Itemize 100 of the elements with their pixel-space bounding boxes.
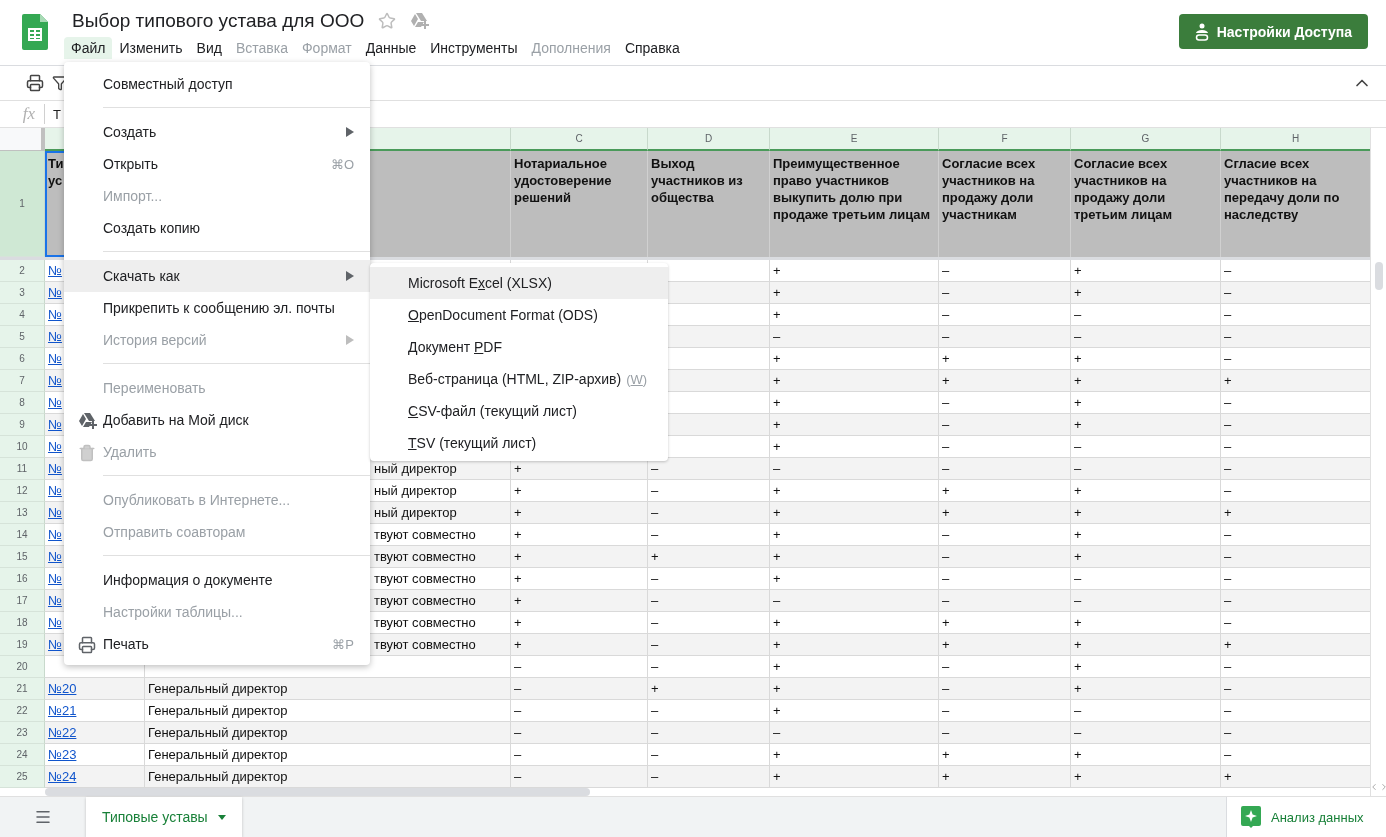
menu-item[interactable]: Печать ⌘P [64, 628, 370, 660]
menu-item[interactable]: Создать [64, 116, 370, 148]
template-link[interactable]: №21 [48, 702, 77, 718]
cell-text: ный директор [374, 482, 457, 498]
cell-text: – [942, 592, 950, 608]
cell-text: + [651, 548, 659, 564]
cell-text: – [651, 768, 659, 784]
menu-item[interactable]: TSV (текущий лист) [370, 427, 668, 459]
template-link[interactable]: № [48, 284, 62, 300]
column-header[interactable]: D [648, 128, 770, 151]
row-number[interactable]: 9 [0, 413, 45, 436]
template-link[interactable]: № [48, 570, 62, 586]
template-link[interactable]: № [48, 328, 62, 344]
formula-field[interactable]: Т [53, 106, 61, 122]
row-number[interactable]: 8 [0, 391, 45, 414]
print-icon[interactable] [26, 74, 44, 92]
row-number[interactable]: 2 [0, 259, 45, 282]
row-number[interactable]: 1 [0, 151, 45, 257]
template-link[interactable]: №20 [48, 680, 77, 696]
column-header[interactable]: C [511, 128, 648, 151]
template-link[interactable]: № [48, 350, 62, 366]
row-number[interactable]: 25 [0, 765, 45, 788]
row-number[interactable]: 13 [0, 501, 45, 524]
template-link[interactable]: № [48, 614, 62, 630]
menu-item[interactable]: CSV-файл (текущий лист) [370, 395, 668, 427]
menu-item[interactable]: Справка [617, 37, 687, 59]
menu-item[interactable]: OpenDocument Format (ODS) [370, 299, 668, 331]
menu-item[interactable]: Веб-страница (HTML, ZIP-архив) (W) [370, 363, 668, 395]
template-link[interactable]: № [48, 306, 62, 322]
row-number[interactable]: 18 [0, 611, 45, 634]
template-link[interactable]: №23 [48, 746, 77, 762]
menu-item[interactable]: Данные [358, 37, 424, 59]
cell-text: – [1224, 680, 1232, 696]
row-number[interactable]: 17 [0, 589, 45, 612]
menu-item[interactable]: Изменить [112, 37, 190, 59]
cell-text: + [1074, 416, 1082, 432]
row-number[interactable]: 21 [0, 677, 45, 700]
cell-text: – [1074, 328, 1082, 344]
row-number[interactable]: 10 [0, 435, 45, 458]
formula-label: fx [14, 104, 45, 124]
row-number[interactable]: 4 [0, 303, 45, 326]
column-header[interactable]: E [770, 128, 939, 151]
template-link[interactable]: №24 [48, 768, 77, 784]
row-number[interactable]: 22 [0, 699, 45, 722]
template-link[interactable]: № [48, 416, 62, 432]
menu-item[interactable]: Документ PDF [370, 331, 668, 363]
menu-item[interactable]: Информация о документе [64, 564, 370, 596]
menu-item[interactable]: Совместный доступ [64, 68, 370, 100]
template-link[interactable]: № [48, 482, 62, 498]
template-link[interactable]: № [48, 636, 62, 652]
row-number[interactable]: 12 [0, 479, 45, 502]
cell-text: + [1074, 768, 1082, 784]
template-link[interactable]: № [48, 460, 62, 476]
explore-button[interactable]: Анализ данных [1226, 797, 1386, 837]
cell-text: – [942, 394, 950, 410]
menu-item[interactable]: Инструменты [423, 37, 525, 59]
cell-text: – [651, 482, 659, 498]
cell-text: + [773, 350, 781, 366]
print-icon [78, 636, 96, 654]
menu-item[interactable]: Вид [189, 37, 229, 59]
cell-text: + [773, 548, 781, 564]
column-header[interactable]: H [1221, 128, 1370, 151]
column-header[interactable]: G [1071, 128, 1221, 151]
menu-item[interactable]: Добавить на Мой диск [64, 404, 370, 436]
row-number[interactable]: 15 [0, 545, 45, 568]
star-icon[interactable] [378, 12, 397, 30]
menu-item[interactable]: Скачать как [64, 260, 370, 292]
column-header[interactable]: F [939, 128, 1071, 151]
template-link[interactable]: № [48, 548, 62, 564]
row-number[interactable]: 5 [0, 325, 45, 348]
sheet-tab[interactable]: Типовые уставы [86, 797, 242, 837]
template-link[interactable]: № [48, 262, 62, 278]
row-number[interactable]: 16 [0, 567, 45, 590]
menu-item[interactable]: Microsoft Excel (XLSX) [370, 267, 668, 299]
cell-text: + [773, 768, 781, 784]
menu-item[interactable]: Прикрепить к сообщению эл. почты [64, 292, 370, 324]
menu-item[interactable]: Файл [64, 37, 113, 59]
template-link[interactable]: № [48, 504, 62, 520]
template-link[interactable]: № [48, 394, 62, 410]
row-number[interactable]: 24 [0, 743, 45, 766]
row-number[interactable]: 11 [0, 457, 45, 480]
template-link[interactable]: №22 [48, 724, 77, 740]
template-link[interactable]: № [48, 526, 62, 542]
document-title[interactable]: Выбор типового устава для ООО [72, 10, 365, 32]
template-link[interactable]: № [48, 438, 62, 454]
template-link[interactable]: № [48, 372, 62, 388]
cell-text: – [942, 702, 950, 718]
row-number[interactable]: 19 [0, 633, 45, 656]
row-number[interactable]: 7 [0, 369, 45, 392]
row-number[interactable]: 23 [0, 721, 45, 744]
corner-cell[interactable] [0, 128, 45, 151]
scrollbar-thumb[interactable] [1374, 262, 1383, 290]
row-number[interactable]: 20 [0, 655, 45, 678]
template-link[interactable]: № [48, 592, 62, 608]
row-number[interactable]: 6 [0, 347, 45, 370]
share-button[interactable]: Настройки Доступа [1178, 14, 1368, 49]
row-number[interactable]: 3 [0, 281, 45, 304]
scrollbar-thumb[interactable] [45, 787, 590, 796]
person-link-icon [1194, 22, 1209, 41]
row-number[interactable]: 14 [0, 523, 45, 546]
